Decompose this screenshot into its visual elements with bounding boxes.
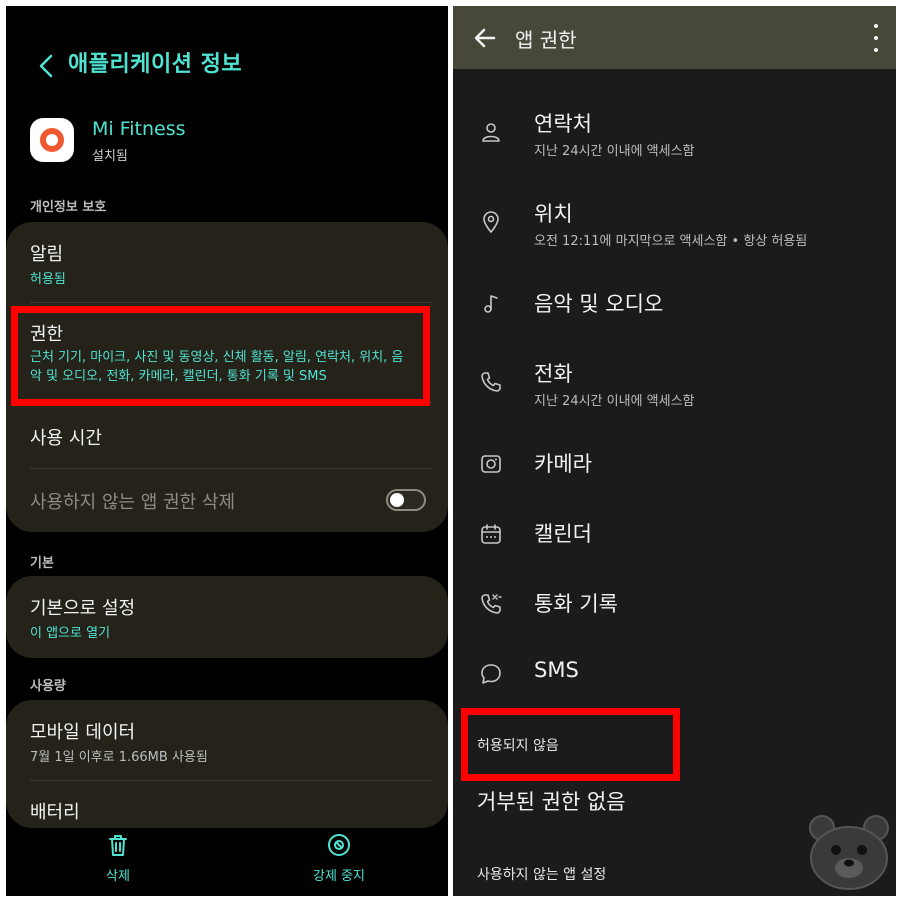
permission-subtitle: 지난 24시간 이내에 액세스함: [534, 394, 695, 409]
more-options-icon[interactable]: [868, 24, 884, 52]
default-card[interactable]: 기본으로 설정 이 앱으로 열기: [6, 576, 448, 658]
person-icon: [482, 123, 500, 142]
back-button[interactable]: [469, 22, 501, 54]
calendar-icon: [481, 524, 501, 544]
chat-bubble-icon: [481, 664, 501, 684]
permission-item-location[interactable]: 위치 오전 12:11에 마지막으로 액세스함 • 항상 허용됨: [453, 186, 896, 256]
screen-time-row[interactable]: 사용 시간: [6, 404, 448, 468]
permission-title: 전화: [534, 362, 573, 386]
back-button[interactable]: [30, 50, 62, 82]
page-title: 앱 권한: [515, 28, 577, 52]
force-stop-button[interactable]: 강제 중지: [289, 833, 389, 884]
force-stop-label: 강제 중지: [313, 869, 365, 884]
divider: [30, 302, 432, 303]
remove-unused-permissions-title: 사용하지 않는 앱 권한 삭제: [30, 492, 236, 513]
app-name: Mi Fitness: [92, 118, 186, 140]
mobile-data-row[interactable]: 모바일 데이터 7월 1일 이후로 1.66MB 사용됨: [6, 700, 448, 778]
permission-item-music-audio[interactable]: 음악 및 오디오: [453, 276, 896, 332]
trash-icon: [109, 835, 127, 856]
remove-unused-permissions-toggle[interactable]: [386, 489, 426, 511]
permission-title: 음악 및 오디오: [534, 292, 664, 316]
permission-subtitle: 오전 12:11에 마지막으로 액세스함 • 항상 허용됨: [534, 234, 808, 249]
phone-icon: [481, 372, 501, 392]
set-as-default-subtitle: 이 앱으로 열기: [30, 626, 111, 641]
call-log-icon: [481, 594, 502, 614]
bear-watermark-icon: [809, 815, 889, 890]
app-info-screen: 애플리케이션 정보 Mi Fitness 설치됨 개인정보 보호 알림 허용됨 …: [6, 6, 448, 896]
arrow-left-icon: [474, 28, 496, 48]
unused-app-settings-link[interactable]: 사용하지 않는 앱 설정: [477, 864, 606, 884]
music-note-icon: [484, 295, 498, 313]
battery-row[interactable]: 배터리: [6, 782, 448, 828]
section-label-usage: 사용량: [30, 679, 66, 694]
mi-fitness-app-icon: [30, 118, 74, 162]
permission-item-phone[interactable]: 전화 지난 24시간 이내에 액세스함: [453, 346, 896, 416]
notifications-row[interactable]: 알림 허용됨: [6, 222, 448, 300]
stop-circle-icon: [328, 834, 350, 856]
highlight-box-not-allowed: [461, 708, 680, 781]
permission-item-call-log[interactable]: 통화 기록: [453, 576, 896, 632]
chevron-left-icon: [39, 54, 53, 78]
set-as-default-title: 기본으로 설정: [30, 598, 136, 619]
location-pin-icon: [483, 211, 499, 234]
remove-unused-permissions-row: 사용하지 않는 앱 권한 삭제: [6, 470, 448, 530]
usage-card: 모바일 데이터 7월 1일 이후로 1.66MB 사용됨 배터리: [6, 700, 448, 828]
app-permissions-screen: 앱 권한 연락처 지난 24시간 이내에 액세스함 위치 오전 12:11에 마…: [453, 6, 896, 896]
mobile-data-title: 모바일 데이터: [30, 722, 136, 743]
notifications-subtitle: 허용됨: [30, 272, 66, 287]
app-install-status: 설치됨: [92, 149, 128, 164]
screen-time-title: 사용 시간: [30, 428, 102, 449]
permission-title: 연락처: [534, 112, 592, 136]
section-label-default: 기본: [30, 556, 54, 571]
page-title: 애플리케이션 정보: [68, 52, 243, 77]
permission-item-sms[interactable]: SMS: [453, 646, 896, 702]
permission-item-camera[interactable]: 카메라: [453, 436, 896, 492]
permission-subtitle: 지난 24시간 이내에 액세스함: [534, 144, 695, 159]
permission-item-calendar[interactable]: 캘린더: [453, 506, 896, 562]
permission-title: 카메라: [534, 452, 592, 476]
empty-state-text: 거부된 권한 없음: [477, 790, 626, 814]
camera-icon: [481, 455, 501, 473]
uninstall-button[interactable]: 삭제: [68, 833, 168, 884]
uninstall-label: 삭제: [106, 869, 130, 884]
app-bar: 앱 권한: [453, 6, 896, 69]
highlight-box-permissions: [11, 306, 430, 406]
divider: [30, 468, 432, 469]
permission-item-contacts[interactable]: 연락처 지난 24시간 이내에 액세스함: [453, 96, 896, 166]
mobile-data-subtitle: 7월 1일 이후로 1.66MB 사용됨: [30, 750, 208, 765]
permission-title: SMS: [534, 658, 579, 682]
battery-title: 배터리: [30, 802, 80, 823]
divider: [30, 780, 432, 781]
permission-title: 캘린더: [534, 522, 592, 546]
permission-title: 위치: [534, 202, 573, 226]
permission-title: 통화 기록: [534, 592, 618, 616]
section-label-privacy: 개인정보 보호: [30, 200, 107, 215]
notifications-title: 알림: [30, 244, 64, 265]
